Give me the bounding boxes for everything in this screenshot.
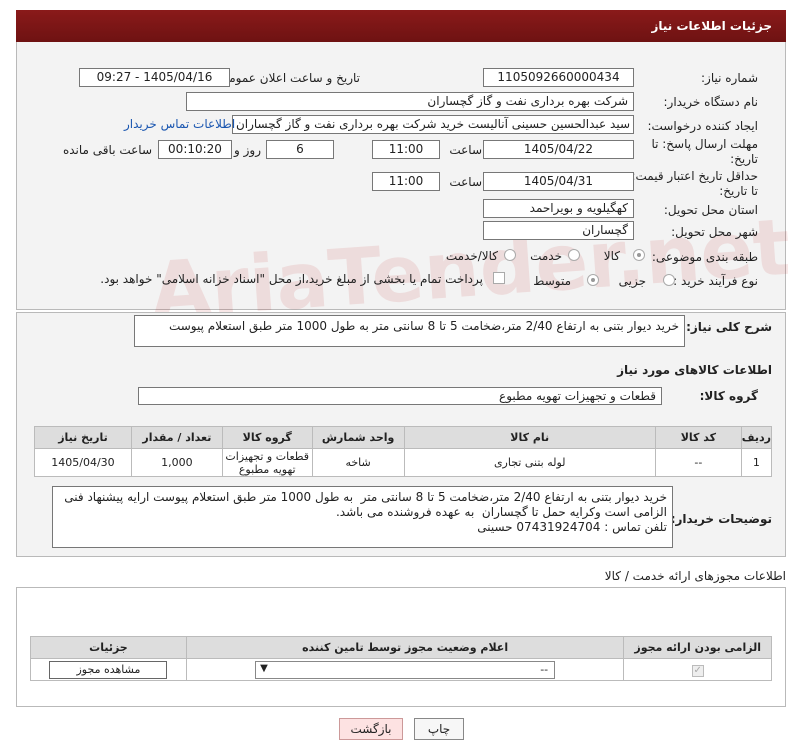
page-title: جزئیات اطلاعات نیاز xyxy=(651,19,772,33)
goods-group-field[interactable]: قطعات و تجهیزات تهویه مطبوع xyxy=(138,387,662,405)
cell-group: قطعات و تجهیزات تهویه مطبوع xyxy=(221,448,313,477)
remaining-time-field[interactable]: 00:10:20 xyxy=(158,140,232,159)
print-button[interactable]: چاپ xyxy=(414,718,464,740)
goods-group-label: گروه کالا: xyxy=(699,389,758,403)
goods-section-title: اطلاعات کالاهای مورد نیاز xyxy=(617,363,772,377)
creator-label: ایجاد کننده درخواست: xyxy=(647,119,758,133)
licenses-section-title: اطلاعات مجوزهای ارائه خدمت / کالا xyxy=(604,569,786,583)
process-minor-label: جزیی xyxy=(618,274,646,288)
table-row: ✓ -- ▼ مشاهده مجوز xyxy=(30,658,772,681)
treasury-payment-checkbox[interactable] xyxy=(493,272,505,284)
required-checkbox: ✓ xyxy=(691,664,704,677)
back-button[interactable]: بازگشت xyxy=(339,718,403,740)
view-license-button[interactable]: مشاهده مجوز xyxy=(49,660,168,679)
province-label: استان محل تحویل: xyxy=(663,203,758,217)
validity-label: حداقل تاریخ اعتبار قیمت: تا تاریخ: xyxy=(631,169,758,198)
cell-row: 1 xyxy=(740,448,773,477)
deadline-label: مهلت ارسال پاسخ: تا تاریخ: xyxy=(651,137,758,166)
creator-field[interactable]: سید عبدالحسین حسینی آنالیست خرید شرکت به… xyxy=(232,115,634,134)
col-code: کد کالا xyxy=(654,426,742,449)
category-goods-service-label: کالا/خدمت xyxy=(445,249,498,263)
chevron-down-icon: ▼ xyxy=(260,662,268,674)
category-label: طبقه بندی موضوعی: xyxy=(651,250,758,264)
buyer-org-label: نام دستگاه خریدار: xyxy=(663,95,759,109)
category-goods-label: کالا xyxy=(603,249,620,263)
deadline-time-field[interactable]: 11:00 xyxy=(372,140,440,159)
category-radio-goods-service[interactable] xyxy=(504,249,516,261)
announce-label: تاریخ و ساعت اعلان عمومی: xyxy=(215,71,360,85)
col-row: ردیف xyxy=(740,426,773,449)
need-number-field[interactable]: 1105092660000434 xyxy=(483,68,634,87)
validity-date-field[interactable]: 1405/04/31 xyxy=(483,172,634,191)
validity-time-label: ساعت xyxy=(449,175,482,189)
days-label: روز و xyxy=(234,143,261,157)
licenses-table-header: الزامی بودن ارائه مجوز اعلام وضعیت مجوز … xyxy=(30,636,772,659)
cell-code: -- xyxy=(654,448,742,477)
days-field[interactable]: 6 xyxy=(266,140,334,159)
col-details: جزئیات xyxy=(30,636,187,659)
deadline-time-label: ساعت xyxy=(449,143,482,157)
treasury-payment-note: پرداخت تمام یا بخشی از مبلغ خرید،از محل … xyxy=(100,272,483,286)
process-label: نوع فرآیند خرید : xyxy=(673,274,758,288)
col-unit: واحد شمارش xyxy=(311,426,405,449)
process-medium-label: متوسط xyxy=(533,274,571,288)
summary-label: شرح کلی نیاز: xyxy=(686,320,772,334)
license-status-value: -- xyxy=(540,662,549,676)
need-number-label: شماره نیاز: xyxy=(701,71,758,85)
process-radio-medium[interactable] xyxy=(587,274,599,286)
buyer-notes-textarea[interactable]: خرید دیوار بتنی به ارتفاع 2/40 متر،ضخامت… xyxy=(52,486,673,548)
goods-table-header: ردیف کد کالا نام کالا واحد شمارش گروه کا… xyxy=(34,426,773,449)
category-radio-service[interactable] xyxy=(568,249,580,261)
city-label: شهر محل تحویل: xyxy=(671,225,758,239)
cell-qty: 1,000 xyxy=(130,448,223,477)
deadline-date-field[interactable]: 1405/04/22 xyxy=(483,140,634,159)
table-row: 1 -- لوله بتنی تجاری شاخه قطعات و تجهیزا… xyxy=(34,448,773,477)
remaining-label: ساعت باقی مانده xyxy=(62,143,152,157)
license-status-select[interactable]: -- ▼ xyxy=(255,660,556,679)
licenses-table: الزامی بودن ارائه مجوز اعلام وضعیت مجوز … xyxy=(30,636,772,681)
summary-textarea[interactable]: خرید دیوار بتنی به ارتفاع 2/40 متر،ضخامت… xyxy=(134,315,685,347)
goods-table: ردیف کد کالا نام کالا واحد شمارش گروه کا… xyxy=(34,426,773,477)
col-required: الزامی بودن ارائه مجوز xyxy=(623,636,772,659)
cell-unit: شاخه xyxy=(311,448,405,477)
process-radio-minor[interactable] xyxy=(663,274,675,286)
col-group: گروه کالا xyxy=(221,426,313,449)
cell-date: 1405/04/30 xyxy=(34,448,132,477)
col-name: نام کالا xyxy=(403,426,656,449)
category-radio-goods[interactable] xyxy=(633,249,645,261)
cell-name: لوله بتنی تجاری xyxy=(403,448,656,477)
category-service-label: خدمت xyxy=(530,249,562,263)
col-qty: تعداد / مقدار xyxy=(130,426,223,449)
announce-field[interactable]: 1405/04/16 - 09:27 xyxy=(79,68,230,87)
city-field[interactable]: گچساران xyxy=(483,221,634,240)
validity-time-field[interactable]: 11:00 xyxy=(372,172,440,191)
col-date: تاریخ نیاز xyxy=(34,426,132,449)
buyer-org-field[interactable]: شرکت بهره برداری نفت و گاز گچساران xyxy=(186,92,634,111)
col-status: اعلام وضعیت مجوز توسط تامین کننده xyxy=(185,636,625,659)
buyer-notes-label: توضیحات خریدار: xyxy=(670,512,772,526)
province-field[interactable]: کهگیلویه و بویراحمد xyxy=(483,199,634,218)
buyer-contact-link[interactable]: اطلاعات تماس خریدار xyxy=(124,117,235,131)
panel-header: جزئیات اطلاعات نیاز xyxy=(16,10,786,42)
